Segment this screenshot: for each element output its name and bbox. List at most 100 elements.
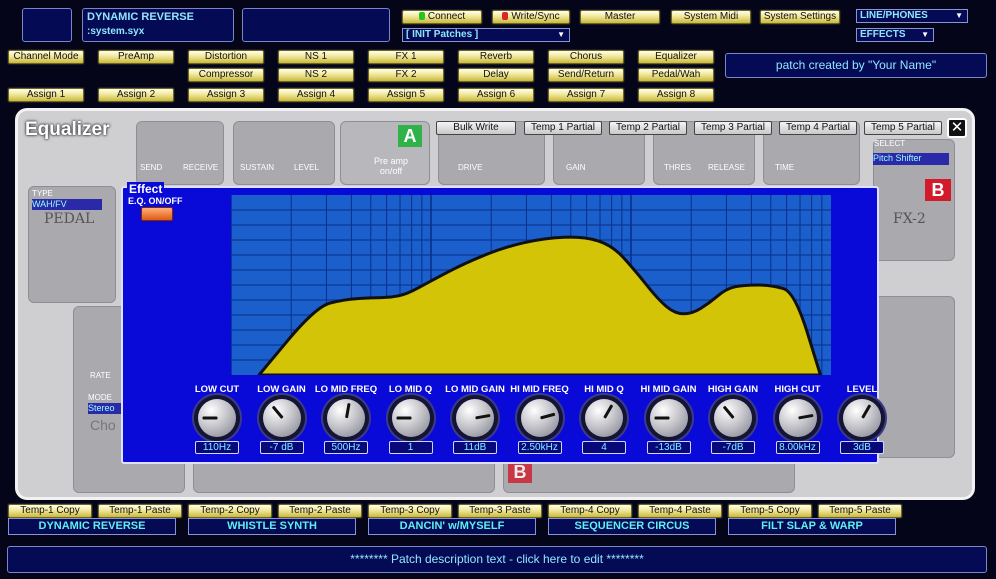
effect-button-ns2[interactable]: NS 2 xyxy=(278,68,354,82)
chevron-down-icon: ▼ xyxy=(557,30,565,39)
temp-5-partial-button[interactable]: Temp 5 Partial xyxy=(864,121,942,135)
bg-release-label: RELEASE xyxy=(708,163,745,172)
effect-button-equalizer[interactable]: Equalizer xyxy=(638,50,714,64)
bg-send-label: SEND xyxy=(140,163,163,172)
master-button[interactable]: Master xyxy=(580,10,660,24)
knob-indicator xyxy=(654,416,669,420)
temp-paste-button[interactable]: Temp-1 Paste xyxy=(98,504,182,518)
knob[interactable] xyxy=(520,399,559,437)
bg-preamp-label: Pre amp on/off xyxy=(373,156,408,176)
temp-copy-button[interactable]: Temp-1 Copy xyxy=(8,504,92,518)
knob[interactable] xyxy=(262,399,301,437)
assign-button-3[interactable]: Assign 3 xyxy=(188,88,264,102)
knob[interactable] xyxy=(778,399,817,437)
assign-button-2[interactable]: Assign 2 xyxy=(98,88,174,102)
knob[interactable] xyxy=(843,399,881,437)
temp-copy-button[interactable]: Temp-2 Copy xyxy=(188,504,272,518)
knob[interactable] xyxy=(585,399,623,437)
temp-paste-button[interactable]: Temp-4 Paste xyxy=(638,504,722,518)
assign-button-4[interactable]: Assign 4 xyxy=(278,88,354,102)
knob[interactable] xyxy=(391,399,430,437)
temp-1-partial-button[interactable]: Temp 1 Partial xyxy=(524,121,602,135)
effect-button-fx2[interactable]: FX 2 xyxy=(368,68,444,82)
temp-copy-button[interactable]: Temp-4 Copy xyxy=(548,504,632,518)
knob[interactable] xyxy=(198,399,236,437)
bg-fx2-label: FX-2 xyxy=(893,211,926,227)
bg-gain-label: GAIN xyxy=(566,163,586,172)
effect-button-send-return[interactable]: Send/Return xyxy=(548,68,624,82)
bg-a-letter: A xyxy=(398,125,422,147)
patch-description-field[interactable]: ******** Patch description text - click … xyxy=(7,546,987,573)
effect-button-preamp[interactable]: PreAmp xyxy=(98,50,174,64)
knob-value: -13dB xyxy=(646,441,691,454)
temp-patch-slot[interactable]: DYNAMIC REVERSE xyxy=(8,518,176,535)
write-led-icon xyxy=(502,12,509,20)
temp-patch-slot[interactable]: DANCIN' w/MYSELF xyxy=(368,518,536,535)
assign-button-5[interactable]: Assign 5 xyxy=(368,88,444,102)
close-icon[interactable]: ✕ xyxy=(947,118,967,138)
knob[interactable] xyxy=(456,399,494,437)
system-midi-button[interactable]: System Midi xyxy=(671,10,751,24)
bg-level-label: LEVEL xyxy=(294,163,319,172)
temp-copy-button[interactable]: Temp-5 Copy xyxy=(728,504,812,518)
connect-button[interactable]: Connect xyxy=(402,10,482,24)
effect-button-channel-mode[interactable]: Channel Mode xyxy=(8,50,84,64)
knob-value: 110Hz xyxy=(195,441,239,454)
system-settings-button[interactable]: System Settings xyxy=(760,10,840,24)
bg-thres-label: THRES xyxy=(664,163,692,172)
temp-patch-slot[interactable]: FILT SLAP & WARP xyxy=(728,518,896,535)
knob-indicator xyxy=(271,405,284,419)
effect-label: Effect xyxy=(127,182,165,196)
patch-description-text: ******** Patch description text - click … xyxy=(350,552,644,566)
connect-label: Connect xyxy=(427,11,466,22)
assign-button-1[interactable]: Assign 1 xyxy=(8,88,84,102)
knob-indicator xyxy=(202,416,218,420)
temp-patch-slot[interactable]: SEQUENCER CIRCUS xyxy=(548,518,716,535)
knob[interactable] xyxy=(649,399,688,437)
temp-paste-button[interactable]: Temp-3 Paste xyxy=(458,504,542,518)
temp-4-partial-button[interactable]: Temp 4 Partial xyxy=(779,121,857,135)
file-name: :system.syx xyxy=(87,26,145,37)
temp-paste-button[interactable]: Temp-5 Paste xyxy=(818,504,902,518)
eq-onoff-label: E.Q. ON/OFF xyxy=(128,196,183,206)
knob-indicator xyxy=(539,412,555,420)
bulk-write-button[interactable]: Bulk Write xyxy=(436,121,516,135)
temp-patch-slot[interactable]: WHISTLE SYNTH xyxy=(188,518,356,535)
effect-button-delay[interactable]: Delay xyxy=(458,68,534,82)
bg-device-right xyxy=(873,296,955,458)
bg-rate-label: RATE xyxy=(90,371,111,380)
write-sync-button[interactable]: Write/Sync xyxy=(492,10,570,24)
eq-effect-box: Effect E.Q. ON/OFF LOW CUT 110Hz LOW GAIN -… xyxy=(121,182,884,464)
assign-button-6[interactable]: Assign 6 xyxy=(458,88,534,102)
knob-value: 500Hz xyxy=(324,441,368,454)
output-select[interactable]: LINE/PHONES ▼ xyxy=(856,9,968,23)
knob-indicator xyxy=(603,404,614,419)
effect-button-compressor[interactable]: Compressor xyxy=(188,68,264,82)
temp-paste-button[interactable]: Temp-2 Paste xyxy=(278,504,362,518)
knob-indicator xyxy=(345,402,351,419)
knob[interactable] xyxy=(714,399,752,437)
bg-sustain-label: SUSTAIN xyxy=(240,163,275,172)
mode-select[interactable]: EFFECTS ▼ xyxy=(856,28,934,42)
eq-curve-graph[interactable] xyxy=(231,195,831,375)
knob-indicator xyxy=(475,413,491,420)
assign-button-8[interactable]: Assign 8 xyxy=(638,88,714,102)
effect-button-fx1[interactable]: FX 1 xyxy=(368,50,444,64)
write-sync-label: Write/Sync xyxy=(511,11,560,22)
effect-button-ns1[interactable]: NS 1 xyxy=(278,50,354,64)
knob-value: -7dB xyxy=(711,441,755,454)
bg-mode-label: MODE xyxy=(88,393,112,402)
temp-copy-button[interactable]: Temp-3 Copy xyxy=(368,504,452,518)
effect-button-reverb[interactable]: Reverb xyxy=(458,50,534,64)
knob-indicator xyxy=(396,416,411,420)
patch-select[interactable]: [ INIT Patches ] ▼ xyxy=(402,28,570,42)
effect-button-distortion[interactable]: Distortion xyxy=(188,50,264,64)
eq-onoff-switch[interactable] xyxy=(141,207,173,221)
effect-button-chorus[interactable]: Chorus xyxy=(548,50,624,64)
temp-3-partial-button[interactable]: Temp 3 Partial xyxy=(694,121,772,135)
knob[interactable] xyxy=(327,399,365,437)
patch-created-field[interactable]: patch created by "Your Name" xyxy=(725,53,987,78)
assign-button-7[interactable]: Assign 7 xyxy=(548,88,624,102)
effect-button-pedal-wah[interactable]: Pedal/Wah xyxy=(638,68,714,82)
temp-2-partial-button[interactable]: Temp 2 Partial xyxy=(609,121,687,135)
